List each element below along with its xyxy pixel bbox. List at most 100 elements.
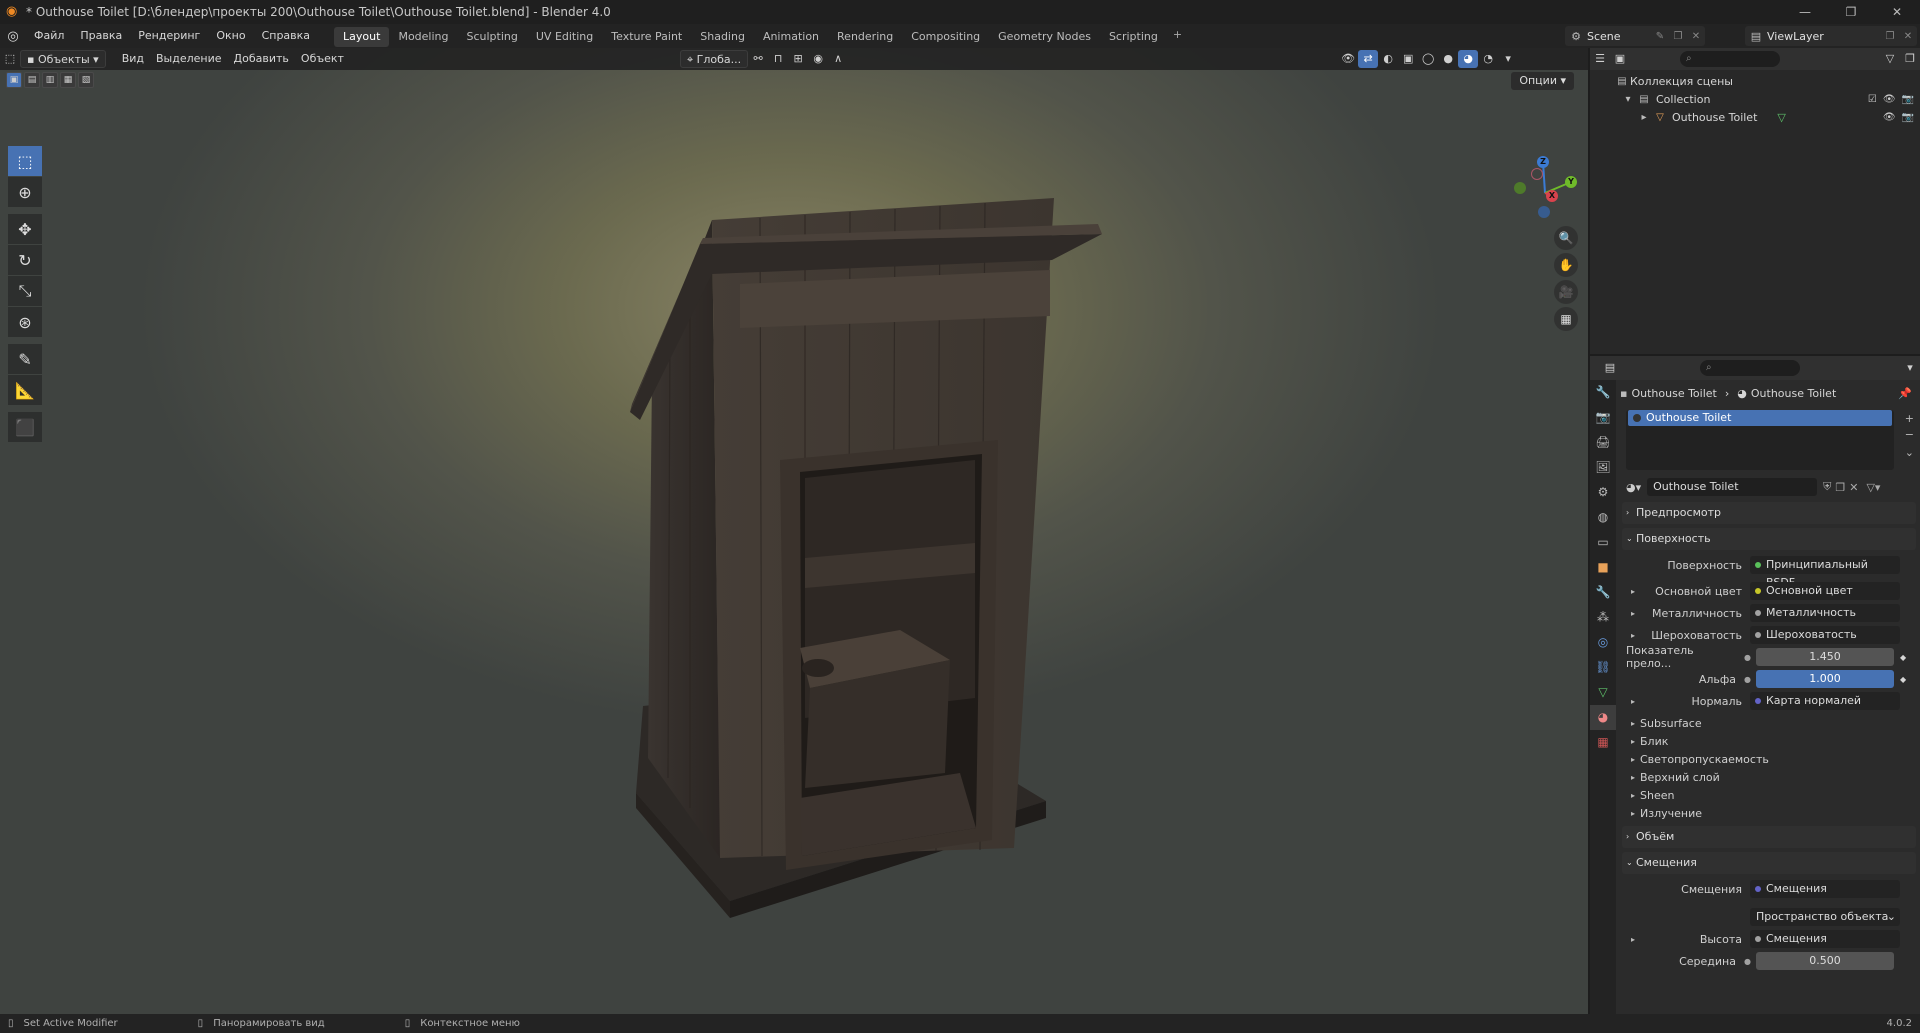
transform-orientation-select[interactable]: ⌖ Глоба...: [679, 50, 749, 68]
slot-specials-icon[interactable]: ⌄: [1905, 446, 1914, 459]
metallic-expand-icon[interactable]: ▸: [1626, 609, 1640, 618]
rotate-tool-icon[interactable]: ↻: [8, 245, 42, 275]
menu-window[interactable]: Окно: [208, 24, 253, 48]
properties-editor-icon[interactable]: ▤: [1600, 359, 1620, 377]
subpanel-specular[interactable]: ▸ Блик: [1620, 732, 1918, 750]
new-viewlayer-icon[interactable]: ❐: [1881, 31, 1899, 42]
object-row[interactable]: ▸ ▽ Outhouse Toilet ▽ 👁 📷: [1590, 108, 1920, 126]
render-tab-icon[interactable]: 📷: [1590, 405, 1616, 430]
data-tab-icon[interactable]: ▽: [1590, 680, 1616, 705]
camera-view-icon[interactable]: 🎥: [1554, 280, 1578, 304]
gizmo-neg-z-axis[interactable]: [1538, 206, 1550, 218]
snap-icon[interactable]: ⊓: [768, 50, 788, 68]
tab-texture-paint[interactable]: Texture Paint: [602, 27, 691, 47]
remove-scene-icon[interactable]: ✕: [1687, 31, 1705, 42]
tab-modeling[interactable]: Modeling: [389, 27, 457, 47]
3d-viewport[interactable]: ⬚ ▪ Объекты ▾ Вид Выделение Добавить Объ…: [0, 48, 1588, 1014]
surface-shader-field[interactable]: Принципиальный BSDF: [1750, 556, 1900, 589]
pan-hand-icon[interactable]: ✋: [1554, 253, 1578, 277]
expand-object-icon[interactable]: ▸: [1636, 112, 1652, 123]
falloff-icon[interactable]: ∧: [828, 50, 848, 68]
fake-user-icon[interactable]: ⛨: [1823, 480, 1831, 494]
editor-type-icon[interactable]: ⬚: [0, 50, 20, 68]
xray-icon[interactable]: ▣: [1398, 50, 1418, 68]
overlay-toggle-icon[interactable]: ◐: [1378, 50, 1398, 68]
move-tool-icon[interactable]: ✥: [8, 214, 42, 244]
select-subtract-icon[interactable]: ▥: [42, 72, 58, 88]
add-cube-tool-icon[interactable]: ⬛: [8, 412, 42, 442]
select-extend-icon[interactable]: ▤: [24, 72, 40, 88]
roughness-field[interactable]: Шероховатость: [1750, 626, 1900, 644]
mesh-data-icon[interactable]: ▽: [1777, 111, 1785, 124]
base-color-expand-icon[interactable]: ▸: [1626, 587, 1640, 596]
constraints-tab-icon[interactable]: ⛓: [1590, 655, 1616, 680]
shading-wireframe-icon[interactable]: ◯: [1418, 50, 1438, 68]
remove-slot-icon[interactable]: −: [1905, 428, 1914, 441]
tool-tab-icon[interactable]: 🔧: [1590, 380, 1616, 405]
tab-rendering[interactable]: Rendering: [828, 27, 902, 47]
world-tab-icon[interactable]: ◍: [1590, 505, 1616, 530]
collection-tab-icon[interactable]: ▭: [1590, 530, 1616, 555]
pivot-icon[interactable]: ⚯: [748, 50, 768, 68]
properties-options-icon[interactable]: ▾: [1900, 359, 1920, 377]
gizmo-y-axis[interactable]: Y: [1565, 176, 1577, 188]
displacement-field[interactable]: Смещения: [1750, 880, 1900, 898]
duplicate-material-icon[interactable]: ❐: [1835, 481, 1845, 494]
new-scene-icon[interactable]: ❐: [1669, 31, 1687, 42]
gizmo-z-axis[interactable]: Z: [1537, 156, 1549, 168]
collection-checkbox-icon[interactable]: ☑: [1868, 94, 1877, 105]
select-box-tool-icon[interactable]: ⬚: [8, 146, 42, 176]
material-tab-icon[interactable]: ◕: [1590, 705, 1616, 730]
subpanel-transmission[interactable]: ▸ Светопропускаемость: [1620, 750, 1918, 768]
preview-panel-header[interactable]: › Предпросмотр: [1622, 502, 1916, 524]
subpanel-sheen[interactable]: ▸ Sheen: [1620, 786, 1918, 804]
output-tab-icon[interactable]: 🖨: [1590, 430, 1616, 455]
outhouse-model[interactable]: [0, 48, 1588, 1014]
shading-solid-icon[interactable]: ●: [1438, 50, 1458, 68]
outliner-editor-icon[interactable]: ☰: [1590, 50, 1610, 68]
scene-selector[interactable]: ⚙ Scene ✎ ❐ ✕: [1565, 26, 1705, 46]
remove-viewlayer-icon[interactable]: ✕: [1899, 31, 1917, 42]
filter-icon[interactable]: ▽: [1880, 50, 1900, 68]
base-color-field[interactable]: Основной цвет: [1750, 582, 1900, 600]
alpha-field[interactable]: 1.000: [1756, 670, 1894, 688]
measure-tool-icon[interactable]: 📐: [8, 375, 42, 405]
midlevel-field[interactable]: 0.500: [1756, 952, 1894, 970]
cursor-tool-icon[interactable]: ⊕: [8, 177, 42, 207]
navigation-gizmo[interactable]: Z Y X: [1500, 148, 1588, 238]
material-slot-item[interactable]: Outhouse Toilet: [1628, 410, 1892, 426]
displacement-panel-header[interactable]: ⌄ Смещения: [1622, 852, 1916, 874]
tab-sculpting[interactable]: Sculpting: [458, 27, 527, 47]
object-tab-icon[interactable]: ■: [1590, 555, 1616, 580]
properties-search-input[interactable]: ⌕: [1700, 360, 1800, 376]
tab-compositing[interactable]: Compositing: [902, 27, 989, 47]
pin-properties-icon[interactable]: 📌: [1898, 387, 1912, 400]
close-button[interactable]: ✕: [1874, 0, 1920, 24]
texture-tab-icon[interactable]: ▦: [1590, 730, 1616, 755]
tab-layout[interactable]: Layout: [334, 27, 390, 47]
select-invert-icon[interactable]: ▦: [60, 72, 76, 88]
metallic-field[interactable]: Металличность: [1750, 604, 1900, 622]
collection-row[interactable]: ▾ ▤ Collection ☑ 👁 📷: [1590, 90, 1920, 108]
menu-view[interactable]: Вид: [116, 50, 150, 68]
blender-menu-icon[interactable]: ◎: [0, 29, 26, 44]
particles-tab-icon[interactable]: ⁂: [1590, 605, 1616, 630]
collection-eye-icon[interactable]: 👁: [1883, 94, 1896, 105]
physics-tab-icon[interactable]: ◎: [1590, 630, 1616, 655]
menu-select[interactable]: Выделение: [150, 50, 228, 68]
view-layer-tab-icon[interactable]: 🖼: [1590, 455, 1616, 480]
options-dropdown[interactable]: Опции ▾: [1511, 72, 1574, 90]
subpanel-emission[interactable]: ▸ Излучение: [1620, 804, 1918, 822]
ior-keyframe-icon[interactable]: ◆: [1900, 653, 1906, 662]
tab-uv-editing[interactable]: UV Editing: [527, 27, 602, 47]
gizmo-neg-y-axis[interactable]: [1514, 182, 1526, 194]
new-collection-icon[interactable]: ❐: [1900, 50, 1920, 68]
menu-file[interactable]: Файл: [26, 24, 72, 48]
annotate-tool-icon[interactable]: ✎: [8, 344, 42, 374]
minimize-button[interactable]: —: [1782, 0, 1828, 24]
pin-icon[interactable]: ✎: [1651, 31, 1669, 42]
collection-camera-icon[interactable]: 📷: [1902, 94, 1914, 105]
roughness-expand-icon[interactable]: ▸: [1626, 631, 1640, 640]
object-camera-icon[interactable]: 📷: [1902, 112, 1914, 123]
ortho-grid-icon[interactable]: ▦: [1554, 307, 1578, 331]
